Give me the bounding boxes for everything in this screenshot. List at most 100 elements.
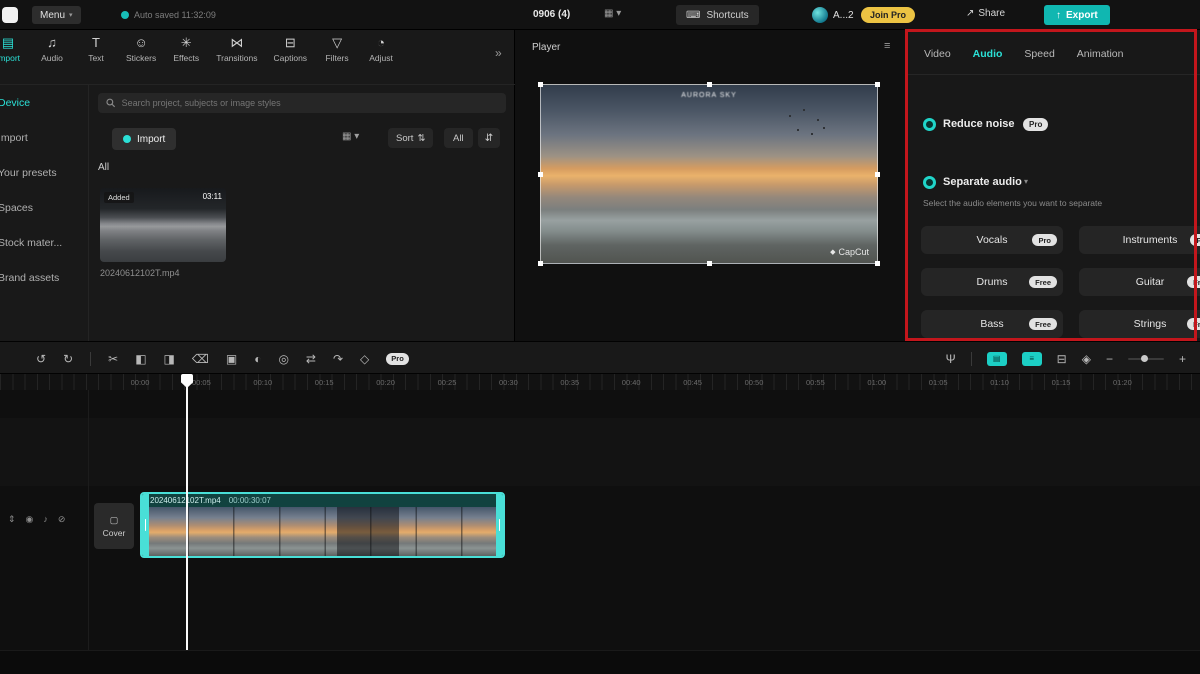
share-button[interactable]: ↗ Share (966, 8, 1005, 19)
resize-handle[interactable] (707, 82, 712, 87)
audio-wave-icon[interactable]: ⊟ (1057, 353, 1067, 365)
more-tabs-icon[interactable]: » (495, 46, 502, 60)
inspector-tab-audio[interactable]: Audio (973, 48, 1003, 60)
separate-option-strings[interactable]: StringsFree (1079, 310, 1200, 338)
chroma-key-icon[interactable]: ◎ (278, 353, 288, 365)
sidebar-item-your-presets[interactable]: Your presets (0, 155, 88, 190)
separate-option-instruments[interactable]: InstrumentsPro (1079, 226, 1200, 254)
sidebar-item-brand-assets[interactable]: Brand assets (0, 260, 88, 295)
undo-icon[interactable]: ↺ (36, 353, 46, 365)
media-tab-import[interactable]: ▤Import (0, 36, 30, 63)
trim-handle-left[interactable] (142, 494, 149, 556)
media-tab-effects[interactable]: ✳Effects (164, 36, 208, 63)
resize-handle[interactable] (538, 261, 543, 266)
voiceover-mic-icon[interactable]: Ψ (946, 353, 956, 365)
split-icon[interactable]: ✂ (108, 353, 118, 365)
timeline-ruler[interactable]: 00:0000:0500:1000:1500:2000:2500:3000:35… (0, 374, 1200, 390)
trim-handle-right[interactable] (496, 494, 503, 556)
media-tab-adjust[interactable]: ◔Adjust (359, 36, 403, 63)
player-menu-icon[interactable]: ≡ (884, 40, 890, 52)
sort-button[interactable]: Sort ⇅ (388, 128, 433, 148)
zoom-slider[interactable] (1128, 358, 1164, 360)
zoom-out-icon[interactable]: − (1106, 353, 1113, 365)
sidebar-item-import[interactable]: Import (0, 120, 88, 155)
capcut-logo[interactable] (2, 7, 18, 23)
delete-icon[interactable]: ⌫ (192, 353, 209, 365)
all-filter-button[interactable]: All (444, 128, 473, 148)
inspector-tab-speed[interactable]: Speed (1024, 48, 1054, 60)
track-view-a-icon[interactable]: ▤ (987, 352, 1007, 366)
media-tab-transitions[interactable]: ⋈Transitions (208, 36, 265, 63)
media-tab-captions[interactable]: ⊟Captions (266, 36, 316, 63)
inspector-tab-video[interactable]: Video (924, 48, 951, 60)
import-button[interactable]: Import (112, 128, 176, 150)
resize-handle[interactable] (875, 82, 880, 87)
rotate-icon[interactable]: ↷ (333, 353, 343, 365)
separate-option-bass[interactable]: BassFree (921, 310, 1063, 338)
filter-button[interactable]: ⇵ (478, 128, 500, 148)
mute-track-icon[interactable]: ♪ (43, 514, 48, 525)
avatar[interactable] (812, 7, 828, 23)
video-overlay-text[interactable]: AURORA SKY (681, 92, 737, 99)
media-item-thumbnail[interactable]: Added 03:11 (100, 188, 226, 262)
sidebar-item-device[interactable]: Device (0, 85, 88, 120)
search-bar[interactable] (98, 93, 506, 113)
zoom-in-icon[interactable]: + (1179, 353, 1186, 365)
separate-audio-toggle[interactable] (923, 176, 936, 189)
resize-handle[interactable] (875, 261, 880, 266)
share-icon: ↗ (966, 8, 974, 19)
search-input[interactable] (122, 98, 498, 108)
inspector-tab-animation[interactable]: Animation (1077, 48, 1124, 60)
layout-switch-icon[interactable]: ▦ ▾ (604, 8, 621, 19)
delete-right-icon[interactable]: ◨ (164, 353, 175, 365)
cover-button[interactable]: ▢ Cover (94, 503, 134, 549)
media-tab-stickers[interactable]: ☺ Stickers (118, 36, 164, 63)
resize-handle[interactable] (707, 261, 712, 266)
resize-handle[interactable] (538, 82, 543, 87)
player-title: Player (532, 42, 560, 53)
media-tab-filters[interactable]: ▽Filters (315, 36, 359, 63)
join-pro-button[interactable]: Join Pro (861, 7, 915, 23)
media-tab-label: Filters (325, 53, 348, 63)
zoom-slider-knob[interactable] (1141, 355, 1148, 362)
video-preview[interactable]: AURORA SKY ◆ CapCut (540, 84, 878, 264)
timeline-video-clip[interactable]: 20240612102T.mp4 00:00:30:07 (140, 492, 505, 558)
mirror-icon[interactable]: ⇄ (306, 353, 316, 365)
redo-icon[interactable]: ↻ (63, 353, 73, 365)
transform-icon[interactable]: ◇ (360, 353, 369, 365)
resize-handle[interactable] (538, 172, 543, 177)
media-item-filename: 20240612102T.mp4 (100, 268, 228, 278)
mask-icon[interactable]: ◐ (254, 353, 261, 365)
menu-button[interactable]: Menu ▾ (32, 6, 81, 24)
delete-left-icon[interactable]: ◧ (135, 353, 146, 365)
playhead-line[interactable] (186, 374, 188, 650)
separate-option-vocals[interactable]: VocalsPro (921, 226, 1063, 254)
stickers-tab-icon: ☺ (134, 36, 147, 50)
snap-icon[interactable]: ◈ (1082, 353, 1091, 365)
media-tab-audio[interactable]: ♫Audio (30, 36, 74, 63)
pro-badge: Pro (1032, 234, 1057, 246)
capcut-watermark-icon: ◆ (830, 248, 835, 256)
separate-option-drums[interactable]: DrumsFree (921, 268, 1063, 296)
audio-tab-icon: ♫ (47, 36, 57, 50)
timeline-scroll-area[interactable] (0, 650, 1200, 674)
resize-handle[interactable] (875, 172, 880, 177)
view-mode-icon[interactable]: ▦ ▾ (342, 131, 359, 142)
track-resize-icon[interactable]: ⇕ (8, 514, 16, 525)
sidebar-item-stock-mater-[interactable]: Stock mater... (0, 225, 88, 260)
media-tab-text[interactable]: TText (74, 36, 118, 63)
crop-icon[interactable]: ▣ (226, 353, 237, 365)
lock-track-icon[interactable]: ⊘ (58, 514, 66, 525)
chevron-down-icon[interactable]: ▾ (1024, 177, 1028, 186)
export-button[interactable]: ↑ Export (1044, 5, 1110, 25)
track-view-b-icon[interactable]: ≡ (1022, 352, 1042, 366)
media-tab-label: Stickers (126, 53, 156, 63)
autosave-text: Auto saved 11:32:09 (134, 10, 216, 20)
ruler-label: 00:15 (315, 378, 334, 387)
reduce-noise-toggle[interactable] (923, 118, 936, 131)
separate-option-guitar[interactable]: GuitarFree (1079, 268, 1200, 296)
shortcuts-button[interactable]: ⌨ Shortcuts (676, 5, 759, 25)
toggle-track-visibility-icon[interactable]: ◉ (26, 514, 34, 525)
separate-audio-label: Separate audio (943, 176, 1022, 188)
sidebar-item-spaces[interactable]: Spaces (0, 190, 88, 225)
